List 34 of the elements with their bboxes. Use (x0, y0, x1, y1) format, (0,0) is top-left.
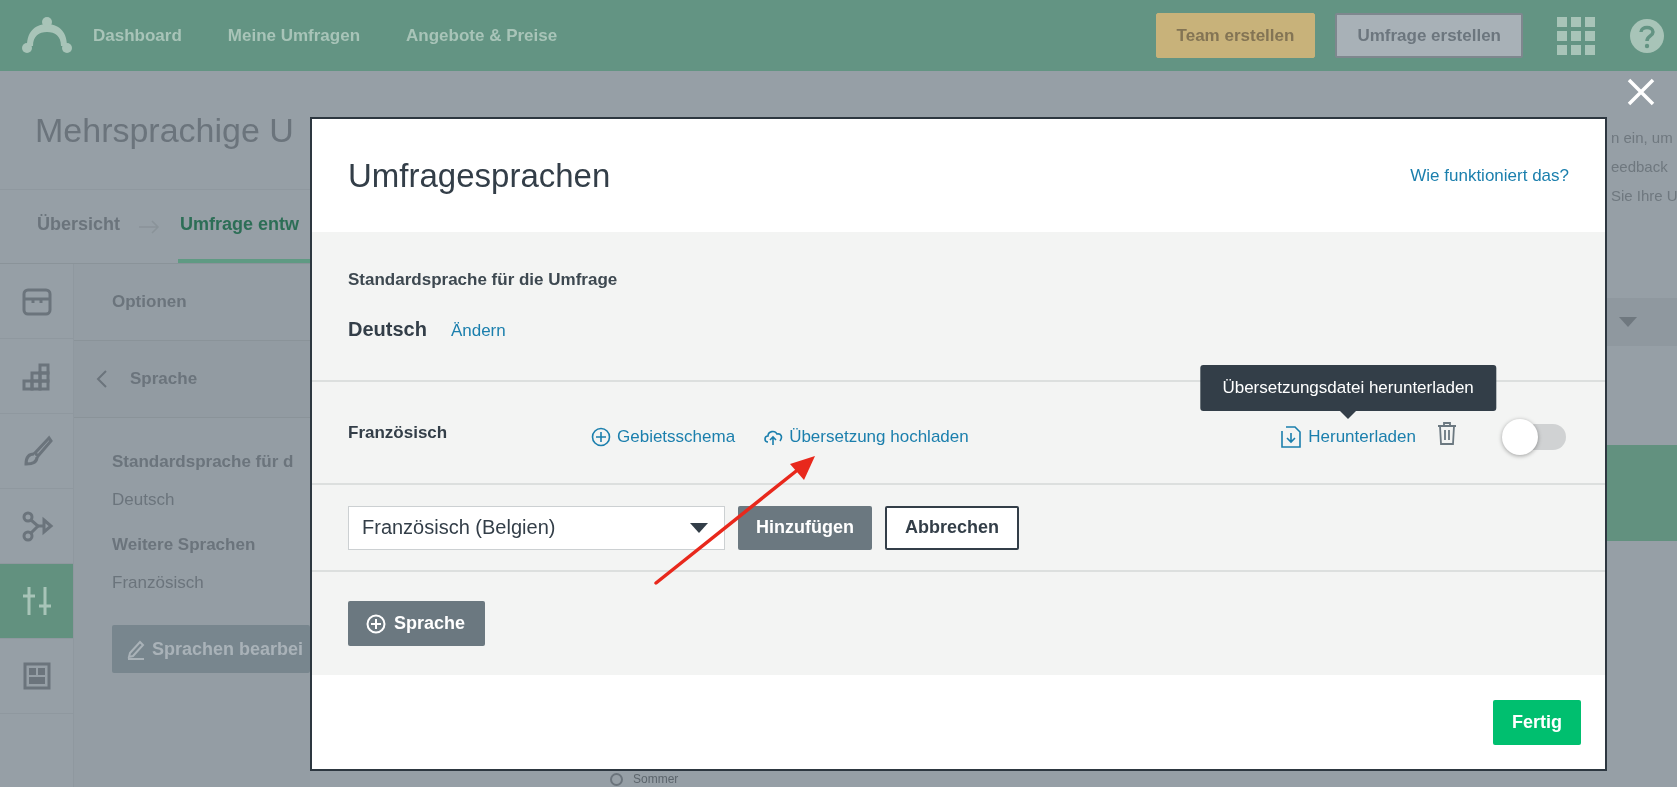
locale-link[interactable]: Gebietsschema (591, 426, 736, 447)
dialog-title: Umfragesprachen (348, 156, 611, 195)
default-language: Deutsch (348, 318, 427, 341)
help-icon[interactable] (1629, 17, 1665, 54)
add-language-button[interactable]: Sprache (348, 601, 486, 646)
delete-icon[interactable] (1436, 419, 1458, 446)
logo-icon[interactable] (21, 15, 73, 56)
back-icon[interactable] (96, 369, 108, 389)
add-button[interactable]: Hinzufügen (738, 505, 872, 550)
tooltip: Übersetzungsdatei herunterladen (1200, 364, 1496, 411)
option-label: Sommer (633, 772, 679, 786)
language-dropdown[interactable]: Französisch (Belgien) (348, 505, 725, 550)
toggle-switch[interactable] (1502, 418, 1568, 455)
pencil-icon (126, 638, 146, 660)
plus-circle-icon (591, 426, 611, 447)
file-download-icon (1280, 424, 1303, 449)
done-button[interactable]: Fertig (1493, 699, 1581, 745)
tooltip-pointer (1340, 410, 1357, 419)
rail-tab[interactable] (0, 564, 73, 639)
apps-grid-icon[interactable] (1557, 16, 1595, 55)
caret-icon (1619, 317, 1637, 327)
download-link[interactable]: Herunterladen (1280, 424, 1416, 449)
plus-circle-icon (366, 613, 386, 634)
close-icon[interactable] (1626, 77, 1656, 107)
section-label: Standardsprache für die Umfrage (348, 270, 619, 290)
caret-icon (690, 522, 708, 533)
dropdown-field[interactable] (1607, 298, 1677, 346)
cancel-button[interactable]: Abbrechen (885, 505, 1019, 550)
create-survey-button[interactable]: Umfrage erstellen (1335, 13, 1523, 58)
team-button[interactable]: Team erstellen (1155, 13, 1316, 58)
change-link[interactable]: Ändern (450, 321, 506, 341)
help-link[interactable]: Wie funktioniert das? (1410, 165, 1569, 186)
upload-link[interactable]: Übersetzung hochladen (763, 426, 969, 447)
language-name: Französisch (348, 422, 449, 443)
